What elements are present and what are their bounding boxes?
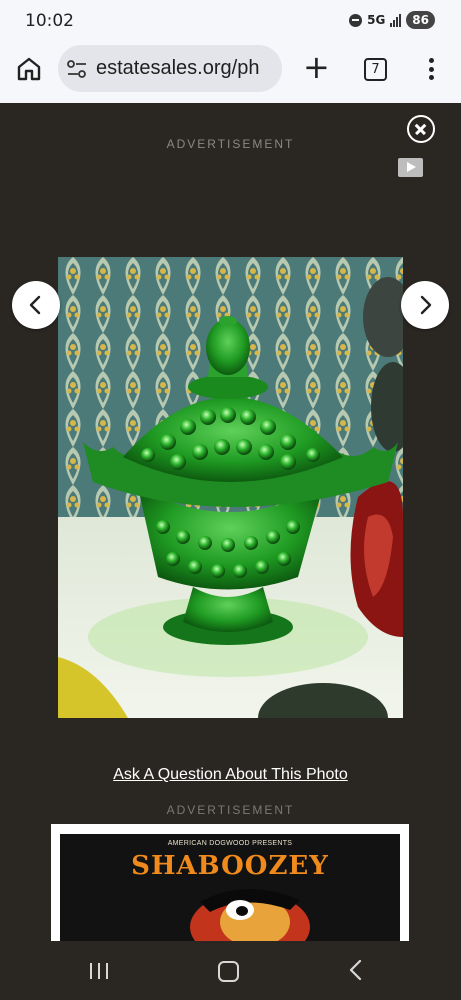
candy-dish-image <box>58 257 403 718</box>
network-label: 5G <box>367 13 386 27</box>
home-button[interactable] <box>16 56 42 82</box>
status-bar: 10:02 5G 86 <box>0 0 461 44</box>
back-arrow-icon[interactable] <box>348 960 362 980</box>
previous-photo-button[interactable] <box>12 281 60 329</box>
menu-dot <box>428 58 434 63</box>
tune-icon[interactable] <box>67 60 87 78</box>
adchoices-icon[interactable] <box>398 158 423 177</box>
battery-level: 86 <box>406 11 435 29</box>
close-icon[interactable] <box>407 115 435 143</box>
system-home-button[interactable] <box>218 961 239 982</box>
system-navigation-bar <box>0 941 461 1000</box>
ad-artwork-image <box>190 888 310 941</box>
ad-headline: SHABOOZEY <box>131 851 329 881</box>
advertisement-label: ADVERTISEMENT <box>166 137 295 151</box>
chevron-left-icon <box>29 295 41 315</box>
chevron-right-icon <box>420 295 432 315</box>
menu-dot <box>428 66 434 72</box>
url-bar[interactable]: estatesales.org/ph <box>58 45 282 92</box>
recents-bar <box>98 963 100 979</box>
listing-photo[interactable] <box>58 257 403 718</box>
tab-switcher-button[interactable]: 7 <box>364 58 387 81</box>
do-not-disturb-icon <box>349 13 363 27</box>
recent-apps-button[interactable] <box>90 963 108 979</box>
recents-bar <box>106 963 108 979</box>
ad-banner[interactable]: AMERICAN DOGWOOD PRESENTS SHABOOZEY <box>51 824 409 941</box>
overflow-menu-button[interactable] <box>423 56 439 82</box>
ad-creative[interactable]: AMERICAN DOGWOOD PRESENTS SHABOOZEY <box>60 834 400 941</box>
ask-question-link[interactable]: Ask A Question About This Photo <box>0 766 461 784</box>
new-tab-button[interactable]: + <box>303 51 330 83</box>
advertisement-label: ADVERTISEMENT <box>166 803 295 817</box>
menu-dot <box>428 75 434 80</box>
next-photo-button[interactable] <box>401 281 449 329</box>
recents-bar <box>90 963 92 979</box>
ad-presenter-text: AMERICAN DOGWOOD PRESENTS <box>167 840 293 847</box>
url-text[interactable]: estatesales.org/ph <box>96 57 259 80</box>
status-icons: 5G 86 <box>349 11 435 29</box>
browser-toolbar: estatesales.org/ph + 7 <box>0 44 461 103</box>
signal-icon <box>390 13 402 27</box>
status-time: 10:02 <box>25 11 74 31</box>
home-icon <box>17 57 41 81</box>
photo-lightbox: ADVERTISEMENT Ask A Question About This … <box>0 103 461 941</box>
